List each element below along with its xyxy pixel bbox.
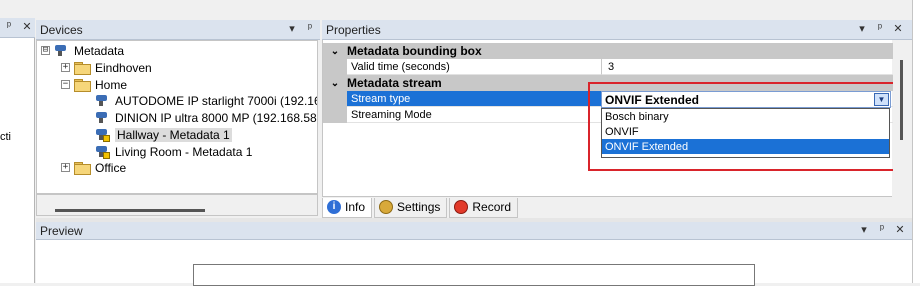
close-icon[interactable]: ✕ (892, 22, 904, 35)
properties-pane-header: Properties ▾ ᵖ ✕ (322, 20, 912, 40)
tab-record[interactable]: Record (449, 197, 519, 218)
folder-icon (74, 161, 91, 175)
property-name: Stream type (347, 91, 601, 107)
horizontal-scrollbar[interactable] (36, 194, 318, 216)
tree-node-label: AUTODOME IP starlight 7000i (192.16 (115, 93, 318, 108)
device-tree[interactable]: ⊟ Metadata + Eindhoven − Home AUTODOME I… (36, 40, 318, 194)
scrollbar-thumb[interactable] (55, 209, 205, 212)
tree-node-camera[interactable]: DINION IP ultra 8000 MP (192.168.58.1 (95, 109, 318, 126)
tree-node-label: DINION IP ultra 8000 MP (192.168.58.1 (115, 110, 318, 125)
tree-node-metadata[interactable]: ⊟ Metadata (41, 42, 124, 59)
property-value[interactable]: 3 (601, 59, 893, 75)
tree-node-label: Home (95, 77, 128, 92)
pane-dropdown-icon[interactable]: ▾ (858, 223, 870, 236)
expand-icon[interactable]: + (61, 63, 70, 72)
tree-node-home[interactable]: − Home (61, 76, 127, 93)
preview-pane-header: Preview ▾ ᵖ ✕ (36, 222, 912, 240)
tree-node-camera-selected[interactable]: Hallway - Metadata 1 (95, 126, 232, 143)
folder-open-icon (74, 78, 91, 92)
tab-label: Info (345, 200, 366, 214)
property-name: Valid time (seconds) (347, 59, 601, 75)
devices-pane-header: Devices ▾ ᵖ (36, 20, 320, 40)
left-strip-text: cti (0, 131, 11, 143)
left-strip: cti (0, 38, 35, 283)
tree-node-label: Eindhoven (95, 60, 152, 75)
collapse-chevron-icon[interactable]: ⌄ (323, 78, 347, 89)
preview-pane-title: Preview (40, 223, 83, 238)
camera-icon (95, 94, 111, 108)
expand-icon[interactable]: + (61, 163, 70, 172)
camera-icon (95, 111, 111, 125)
tree-node-label: Office (95, 160, 127, 175)
tree-node-camera[interactable]: AUTODOME IP starlight 7000i (192.16 (95, 92, 318, 109)
camera-warning-icon (95, 128, 111, 142)
devices-pane-title: Devices (40, 22, 83, 37)
property-name: Streaming Mode (347, 107, 601, 123)
tab-label: Record (472, 200, 512, 214)
pane-dropdown-icon[interactable]: ▾ (286, 22, 298, 35)
tree-node-camera[interactable]: Living Room - Metadata 1 (95, 143, 252, 160)
vertical-scrollbar[interactable] (893, 40, 911, 196)
collapse-icon[interactable]: − (61, 80, 70, 89)
tab-label: Settings (397, 200, 441, 214)
tree-node-office[interactable]: + Office (61, 159, 126, 176)
close-icon[interactable]: ✕ (21, 20, 33, 33)
tab-info[interactable]: i Info (322, 197, 373, 218)
top-strip (0, 0, 920, 18)
info-icon: i (327, 200, 341, 214)
tree-node-label: Hallway - Metadata 1 (115, 127, 232, 142)
right-strip (912, 0, 920, 283)
left-pane-header: ᵖ ✕ (0, 18, 35, 38)
settings-icon (379, 200, 394, 214)
tree-node-eindhoven[interactable]: + Eindhoven (61, 59, 152, 76)
property-row-valid-time[interactable]: Valid time (seconds) 3 (323, 59, 893, 75)
properties-tab-bar: i Info Settings Record (322, 196, 892, 218)
tree-node-label: Metadata (74, 43, 125, 58)
pane-dropdown-icon[interactable]: ▾ (856, 22, 868, 35)
folder-icon (74, 61, 91, 75)
properties-pane-title: Properties (326, 22, 381, 37)
collapse-chevron-icon[interactable]: ⌄ (323, 46, 347, 57)
tab-settings[interactable]: Settings (374, 197, 448, 218)
close-icon[interactable]: ✕ (894, 223, 906, 236)
pin-icon[interactable]: ᵖ (874, 22, 886, 35)
highlight-annotation-box (588, 82, 906, 171)
pin-icon[interactable]: ᵖ (304, 22, 316, 35)
record-icon (454, 200, 469, 214)
pin-icon[interactable]: ᵖ (3, 20, 15, 33)
metadata-device-icon (54, 44, 70, 58)
category-label: Metadata stream (347, 76, 442, 90)
pin-icon[interactable]: ᵖ (876, 223, 888, 236)
tree-node-label: Living Room - Metadata 1 (115, 144, 253, 159)
collapse-icon[interactable]: ⊟ (41, 46, 50, 55)
scrollbar-thumb[interactable] (900, 60, 903, 140)
category-metadata-bounding-box[interactable]: ⌄ Metadata bounding box (323, 43, 893, 59)
camera-warning-icon (95, 145, 111, 159)
category-label: Metadata bounding box (347, 44, 482, 58)
